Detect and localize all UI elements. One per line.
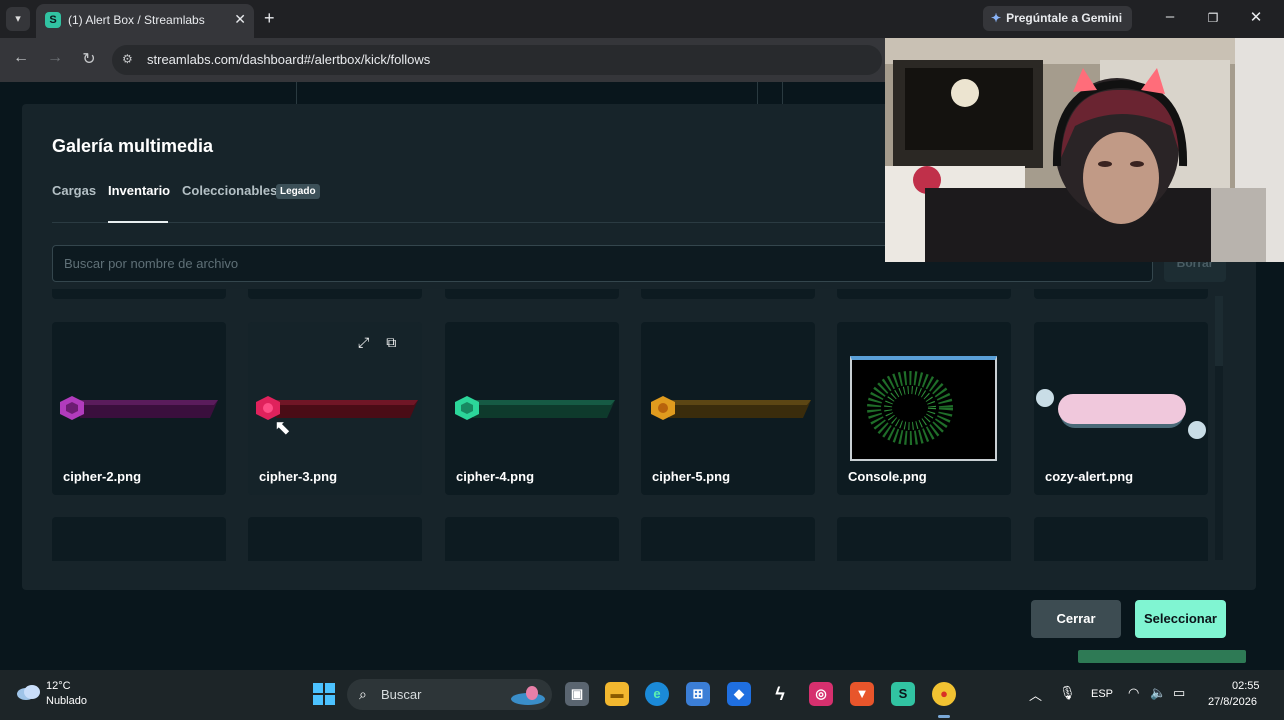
wifi-icon[interactable]: ◠ xyxy=(1128,685,1139,701)
site-settings-icon[interactable]: ⚙ xyxy=(122,52,133,66)
file-name: cipher-3.png xyxy=(259,469,338,484)
new-tab-button[interactable]: + xyxy=(264,8,275,28)
scrollbar-thumb[interactable] xyxy=(1215,296,1223,366)
grid-card[interactable] xyxy=(445,517,619,561)
tab-search-button[interactable]: ▾ xyxy=(6,7,30,31)
tab-title: (1) Alert Box / Streamlabs xyxy=(68,13,205,27)
volume-icon[interactable]: 🔈 xyxy=(1150,685,1166,701)
file-card-cipher-2[interactable]: cipher-2.png xyxy=(52,322,226,495)
back-icon[interactable]: ← xyxy=(11,49,31,67)
streamlabs-icon: S xyxy=(45,12,61,28)
clock-date[interactable]: 27/8/2026 xyxy=(1208,696,1257,708)
grid-card[interactable] xyxy=(1034,289,1208,299)
file-card-cipher-4[interactable]: cipher-4.png xyxy=(445,322,619,495)
file-card-cozy-alert[interactable]: cozy-alert.png xyxy=(1034,322,1208,495)
cipher-2-preview xyxy=(60,396,218,420)
console-preview xyxy=(850,356,997,461)
modal-title: Galería multimedia xyxy=(52,136,214,156)
grid-card[interactable] xyxy=(445,289,619,299)
taskbar-search-label: Buscar xyxy=(381,687,422,702)
grid-card[interactable] xyxy=(837,289,1011,299)
webcam-video xyxy=(885,38,1284,262)
language-indicator[interactable]: ESP xyxy=(1091,688,1113,700)
divider xyxy=(296,82,297,104)
webcam-overlay xyxy=(885,38,1284,262)
active-app-indicator xyxy=(938,715,950,718)
open-external-icon[interactable]: ⧉ xyxy=(386,334,396,351)
legacy-badge: Legado xyxy=(276,184,320,199)
cozy-alert-preview xyxy=(1036,389,1206,439)
gemini-icon: ✦ xyxy=(991,11,1002,25)
streamlabs-taskbar-icon[interactable]: S xyxy=(891,682,915,706)
microphone-icon[interactable]: 🎙 xyxy=(1059,685,1076,701)
close-tab-icon[interactable]: ✕ xyxy=(234,11,246,28)
select-button[interactable]: Seleccionar xyxy=(1135,600,1226,638)
search-highlight-art xyxy=(511,686,545,705)
chrome-icon[interactable]: ● xyxy=(932,682,956,706)
battery-icon[interactable]: ▭ xyxy=(1173,685,1185,701)
console-preview-art xyxy=(867,371,953,445)
grid-card[interactable] xyxy=(52,517,226,561)
divider xyxy=(782,82,783,104)
browser-tab[interactable]: S (1) Alert Box / Streamlabs ✕ xyxy=(36,4,254,38)
chevron-up-icon[interactable]: ︿ xyxy=(1029,685,1042,704)
store-icon[interactable]: ⊞ xyxy=(686,682,710,706)
reload-icon[interactable]: ↻ xyxy=(79,49,99,69)
file-name: cozy-alert.png xyxy=(1045,469,1134,484)
expand-icon[interactable]: ⤢ xyxy=(358,334,369,351)
tab-inventory[interactable]: Inventario xyxy=(108,183,170,198)
file-card-cipher-5[interactable]: cipher-5.png xyxy=(641,322,815,495)
tab-uploads[interactable]: Cargas xyxy=(52,183,96,198)
clock-time[interactable]: 02:55 xyxy=(1232,680,1260,692)
cloudy-weather-icon[interactable] xyxy=(16,683,42,701)
grid-card[interactable] xyxy=(641,289,815,299)
file-name: cipher-4.png xyxy=(456,469,535,484)
restore-icon[interactable]: ❐ xyxy=(1203,11,1223,25)
cipher-4-preview xyxy=(455,396,615,420)
url-field[interactable]: ⚙ streamlabs.com/dashboard#/alertbox/kic… xyxy=(112,45,882,75)
mouse-cursor-icon: ⬉ xyxy=(274,417,291,439)
windows-taskbar: 12°C Nublado ⌕ Buscar ▣ ▬ e ⊞ ◆ ϟ ◎ ▼ S … xyxy=(0,670,1284,720)
gallery-scrollbar[interactable] xyxy=(1215,296,1223,560)
task-view-icon[interactable]: ▣ xyxy=(565,682,589,706)
cipher-5-preview xyxy=(651,396,811,420)
gemini-button[interactable]: ✦ Pregúntale a Gemini xyxy=(983,6,1133,31)
grid-card[interactable] xyxy=(248,289,422,299)
background-save-button xyxy=(1078,650,1246,663)
bolt-app-icon[interactable]: ϟ xyxy=(768,682,792,706)
divider xyxy=(757,82,758,104)
url-text: streamlabs.com/dashboard#/alertbox/kick/… xyxy=(147,52,431,67)
grid-card[interactable] xyxy=(1034,517,1208,561)
minimize-icon[interactable]: – xyxy=(1160,8,1180,25)
file-card-console[interactable]: Console.png xyxy=(837,322,1011,495)
gemini-label: Pregúntale a Gemini xyxy=(1006,11,1123,25)
grid-card[interactable] xyxy=(837,517,1011,561)
weather-description[interactable]: Nublado xyxy=(46,695,87,707)
forward-icon[interactable]: → xyxy=(45,49,65,67)
file-name: cipher-2.png xyxy=(63,469,142,484)
brave-icon[interactable]: ▼ xyxy=(850,682,874,706)
grid-card[interactable] xyxy=(52,289,226,299)
close-button[interactable]: Cerrar xyxy=(1031,600,1121,638)
file-name: Console.png xyxy=(848,469,927,484)
file-explorer-icon[interactable]: ▬ xyxy=(605,682,629,706)
card-actions: ⤢ ⧉ xyxy=(358,334,413,351)
browser-tab-bar: ▾ S (1) Alert Box / Streamlabs ✕ + ✦ Preg… xyxy=(0,0,1284,38)
window-close-icon[interactable]: ✕ xyxy=(1246,8,1266,26)
taskbar-search[interactable]: ⌕ Buscar xyxy=(347,679,552,710)
file-name: cipher-5.png xyxy=(652,469,731,484)
search-icon: ⌕ xyxy=(359,686,367,702)
weather-temperature[interactable]: 12°C xyxy=(46,680,71,692)
file-card-cipher-3[interactable]: ⤢ ⧉ cipher-3.png xyxy=(248,322,422,495)
dropbox-icon[interactable]: ◆ xyxy=(727,682,751,706)
grid-card[interactable] xyxy=(641,517,815,561)
grid-card[interactable] xyxy=(248,517,422,561)
edge-icon[interactable]: e xyxy=(645,682,669,706)
windows-start-icon[interactable] xyxy=(313,683,335,705)
tab-collectibles[interactable]: Coleccionables xyxy=(182,183,277,198)
instagram-icon[interactable]: ◎ xyxy=(809,682,833,706)
active-tab-indicator xyxy=(108,221,168,223)
